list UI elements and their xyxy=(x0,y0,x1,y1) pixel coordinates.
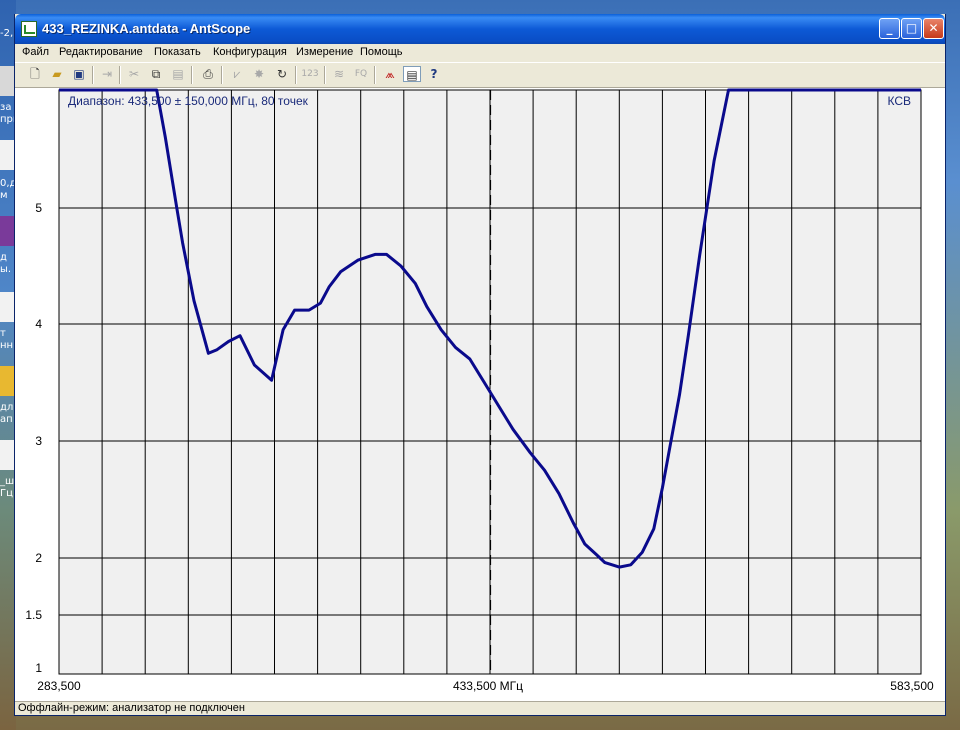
maximize-button[interactable]: □ xyxy=(901,18,922,39)
chart-mode-icon[interactable]: ⩕ xyxy=(381,66,399,82)
y-tick-label: 4 xyxy=(35,317,42,331)
desktop-file-icon[interactable] xyxy=(0,66,14,96)
y-tick-label: 3 xyxy=(35,434,42,448)
table-icon[interactable]: ▤ xyxy=(403,66,421,82)
menu-help[interactable]: Помощь xyxy=(360,46,403,58)
star-icon[interactable]: ✸ xyxy=(250,66,268,82)
new-icon[interactable]: 🗋 xyxy=(26,66,44,82)
fq-icon[interactable]: FQ xyxy=(352,66,370,82)
antscope-window: 433_REZINKA.antdata - AntScope _ □ ✕ Фай… xyxy=(14,14,946,716)
desktop-file-icon[interactable] xyxy=(0,292,14,322)
antscope-app-icon[interactable] xyxy=(21,21,37,37)
toolbar-separator xyxy=(295,66,297,84)
refresh-icon[interactable]: ↻ xyxy=(273,66,291,82)
graph-icon[interactable]: ⩗ xyxy=(228,66,246,82)
title-bar[interactable]: 433_REZINKA.antdata - AntScope _ □ ✕ xyxy=(15,14,945,44)
toolbar-separator xyxy=(374,66,376,84)
wifi-icon[interactable]: ≋ xyxy=(330,66,348,82)
x-tick-right: 583,500 xyxy=(890,679,934,693)
y-tick-label: 1 xyxy=(35,661,42,675)
toolbar: 🗋 ▰ ▣ ⇥ ✂ ⧉ ▤ ⎙ ⩗ ✸ ↻ 123 ≋ FQ ⩕ ▤ ? xyxy=(15,62,945,88)
cut-icon[interactable]: ✂ xyxy=(125,66,143,82)
x-tick-left: 283,500 xyxy=(37,679,81,693)
copy-icon[interactable]: ⧉ xyxy=(147,66,165,82)
print-icon[interactable]: ⎙ xyxy=(199,66,217,82)
save-icon[interactable]: ▣ xyxy=(70,66,88,82)
desktop-file-icon[interactable] xyxy=(0,140,14,170)
minimize-button[interactable]: _ xyxy=(879,18,900,39)
menu-configuration[interactable]: Конфигурация xyxy=(213,46,287,58)
close-button[interactable]: ✕ xyxy=(923,18,944,39)
menu-edit[interactable]: Редактирование xyxy=(59,46,143,58)
y-tick-label: 2 xyxy=(35,551,42,565)
menu-view[interactable]: Показать xyxy=(154,46,201,58)
swr-chart[interactable]: 1 1.5 2 3 4 5 Диапазон: 433,500 ± 150,000 МГц… xyxy=(15,88,945,702)
toolbar-separator xyxy=(92,66,94,84)
toolbar-separator xyxy=(191,66,193,84)
x-tick-center: 433,500 МГц xyxy=(453,679,523,693)
menu-measurement[interactable]: Измерение xyxy=(296,46,353,58)
123-icon[interactable]: 123 xyxy=(301,66,319,82)
plot-area[interactable]: 1 1.5 2 3 4 5 Диапазон: 433,500 ± 150,000 МГц… xyxy=(15,88,945,702)
status-bar: Оффлайн-режим: анализатор не подключен xyxy=(15,701,945,716)
toolbar-separator xyxy=(119,66,121,84)
open-icon[interactable]: ▰ xyxy=(48,66,66,82)
help-icon[interactable]: ? xyxy=(425,66,443,82)
chart-title: Диапазон: 433,500 ± 150,000 МГц, 80 точе… xyxy=(68,94,309,108)
toolbar-separator xyxy=(221,66,223,84)
status-text: Оффлайн-режим: анализатор не подключен xyxy=(18,702,245,714)
y-axis-label: КСВ xyxy=(887,94,911,108)
desktop-app-icon[interactable] xyxy=(0,216,14,246)
paste-icon[interactable]: ▤ xyxy=(169,66,187,82)
toolbar-separator xyxy=(324,66,326,84)
desktop-file-icon[interactable] xyxy=(0,440,14,470)
window-title: 433_REZINKA.antdata - AntScope xyxy=(42,21,251,36)
y-axis-ticks: 1 1.5 2 3 4 5 xyxy=(25,201,42,675)
menu-bar: Файл Редактирование Показать Конфигураци… xyxy=(15,44,945,62)
y-tick-label: 5 xyxy=(35,201,42,215)
y-tick-label: 1.5 xyxy=(25,608,42,622)
desktop-folder-icon[interactable] xyxy=(0,366,14,396)
export-icon[interactable]: ⇥ xyxy=(98,66,116,82)
menu-file[interactable]: Файл xyxy=(22,46,49,58)
